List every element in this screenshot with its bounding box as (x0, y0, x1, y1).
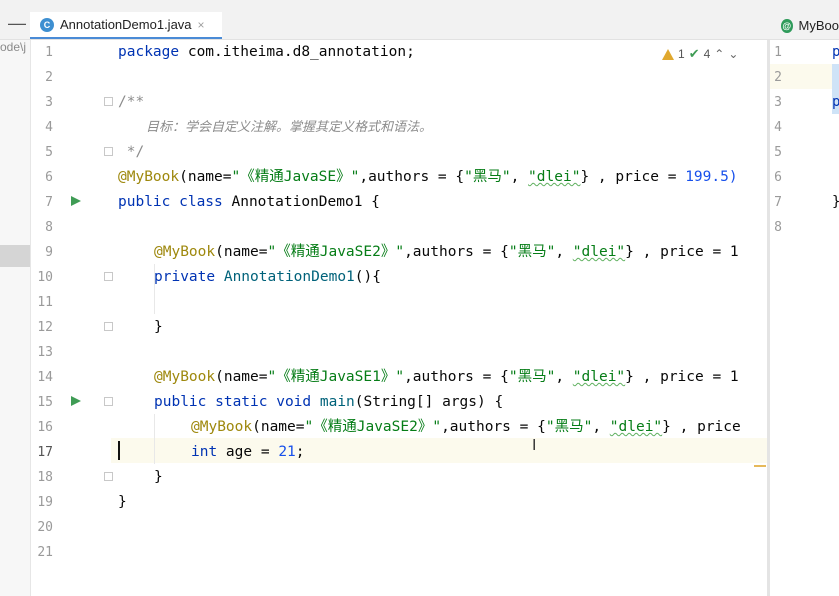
right-code-line-1[interactable]: p (832, 40, 839, 65)
line-number[interactable]: 17 (31, 440, 53, 465)
code-line-4[interactable]: 目标：学会自定义注解。掌握其定义格式和语法。 (146, 115, 432, 140)
line-number[interactable]: 13 (31, 340, 53, 365)
run-main-icon[interactable] (71, 396, 81, 406)
right-code-line-7[interactable]: } (832, 190, 839, 215)
code-line-15[interactable]: public static void main(String[] args) { (154, 390, 503, 415)
right-line-number[interactable]: 8 (770, 215, 782, 240)
line-number[interactable]: 7 (31, 190, 53, 215)
fold-comment-icon[interactable] (104, 97, 113, 106)
code-line-17[interactable]: int age = 21; (191, 440, 305, 465)
tab-label-right: MyBoo (798, 18, 839, 33)
right-code-line-3[interactable]: p (832, 90, 839, 115)
code-line-14[interactable]: @MyBook(name="《精通JavaSE1》",authors = {"黑… (154, 365, 739, 390)
check-count: 4 (703, 47, 711, 61)
fold-end-icon[interactable] (104, 472, 113, 481)
code-line-3[interactable]: /** (118, 90, 144, 115)
chevron-down-icon[interactable]: ⌄ (728, 47, 738, 61)
tab-mybook[interactable]: @ MyBoo (771, 12, 839, 39)
text-cursor-icon: I (532, 436, 537, 454)
right-line-number[interactable]: 2 (770, 65, 782, 90)
code-line-5[interactable]: */ (118, 140, 144, 165)
right-line-number[interactable]: 1 (770, 40, 782, 65)
editor-tab-bar: C AnnotationDemo1.java × @ MyBoo (0, 12, 839, 40)
tab-label: AnnotationDemo1.java (60, 17, 192, 32)
line-number[interactable]: 8 (31, 215, 53, 240)
close-tab-icon[interactable]: × (198, 18, 205, 32)
code-line-18[interactable]: } (154, 465, 163, 490)
indent-guide (154, 414, 155, 464)
right-line-number[interactable]: 7 (770, 190, 782, 215)
right-line-number[interactable]: 4 (770, 115, 782, 140)
line-number[interactable]: 15 (31, 390, 53, 415)
line-number[interactable]: 3 (31, 90, 53, 115)
line-number[interactable]: 16 (31, 415, 53, 440)
inspection-widget[interactable]: 1 ✔ 4 ⌃ ⌄ (662, 45, 738, 63)
code-line-19[interactable]: } (118, 490, 127, 515)
text-caret (118, 441, 120, 460)
code-line-7[interactable]: public class AnnotationDemo1 { (118, 190, 380, 215)
code-line-6[interactable]: @MyBook(name="《精通JavaSE》",authors = {"黑马… (118, 165, 738, 190)
fold-end-icon[interactable] (104, 322, 113, 331)
line-number[interactable]: 9 (31, 240, 53, 265)
code-line-10[interactable]: private AnnotationDemo1(){ (154, 265, 381, 290)
project-selected-row[interactable] (0, 245, 30, 267)
chevron-up-icon[interactable]: ⌃ (714, 47, 724, 61)
code-line-16[interactable]: @MyBook(name="《精通JavaSE2》",authors = {"黑… (191, 415, 741, 440)
line-number[interactable]: 19 (31, 490, 53, 515)
line-number[interactable]: 11 (31, 290, 53, 315)
right-line-number[interactable]: 6 (770, 165, 782, 190)
line-number[interactable]: 6 (31, 165, 53, 190)
check-icon: ✔ (688, 46, 700, 61)
fold-method-icon[interactable] (104, 272, 113, 281)
line-number[interactable]: 1 (31, 40, 53, 65)
line-number[interactable]: 12 (31, 315, 53, 340)
right-line-number[interactable]: 5 (770, 140, 782, 165)
line-number[interactable]: 14 (31, 365, 53, 390)
title-strip (0, 0, 839, 12)
line-number[interactable]: 21 (31, 540, 53, 565)
tab-annotationdemo1[interactable]: C AnnotationDemo1.java × (30, 12, 222, 39)
project-path-fragment: ode\j (0, 40, 27, 54)
code-line-12[interactable]: } (154, 315, 163, 340)
fold-end-icon[interactable] (104, 147, 113, 156)
scroll-marker[interactable] (754, 465, 766, 467)
line-number[interactable]: 20 (31, 515, 53, 540)
line-number[interactable]: 5 (31, 140, 53, 165)
line-number[interactable]: 10 (31, 265, 53, 290)
minimize-icon[interactable]: — (8, 13, 26, 33)
line-number[interactable]: 18 (31, 465, 53, 490)
code-line-9[interactable]: @MyBook(name="《精通JavaSE2》",authors = {"黑… (154, 240, 739, 265)
run-class-icon[interactable] (71, 196, 81, 206)
warning-icon (662, 48, 674, 60)
warning-count: 1 (678, 47, 685, 61)
right-line-number[interactable]: 3 (770, 90, 782, 115)
java-class-icon: C (40, 17, 54, 32)
annotation-class-icon: @ (781, 18, 793, 33)
fold-method-icon[interactable] (104, 397, 113, 406)
line-number[interactable]: 2 (31, 65, 53, 90)
line-number[interactable]: 4 (31, 115, 53, 140)
code-line-1[interactable]: package com.itheima.d8_annotation; (118, 40, 415, 65)
project-panel-edge (0, 40, 31, 596)
